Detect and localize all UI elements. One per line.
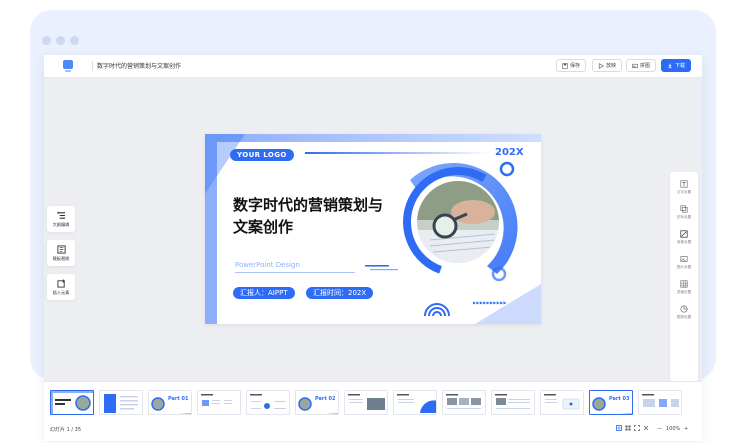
shape-settings-button[interactable]: 形状设置 bbox=[670, 201, 698, 223]
zoom-out-button[interactable]: — bbox=[657, 426, 662, 432]
thumbnail-preview bbox=[348, 394, 385, 410]
slide-canvas[interactable]: YOUR LOGO 202X 数字时代的营销策划与 文案创作 PowerPoin… bbox=[205, 134, 541, 324]
document-title[interactable]: 数字时代的营销策划与文案创作 bbox=[97, 61, 181, 70]
template-replace-label: 模板替换 bbox=[52, 255, 70, 261]
slide-thumbnail[interactable] bbox=[540, 390, 584, 415]
slide-thumbnail[interactable]: Part 03 bbox=[589, 390, 633, 415]
window-dot bbox=[42, 36, 51, 45]
image-label: 拼图 bbox=[640, 63, 651, 69]
download-icon bbox=[668, 63, 672, 68]
fit-screen-icon[interactable] bbox=[634, 425, 640, 431]
thumbnail-preview bbox=[51, 391, 93, 414]
divider bbox=[92, 61, 93, 71]
window-dot bbox=[56, 36, 65, 45]
outline-edit-button[interactable]: 大纲编辑 bbox=[47, 206, 75, 232]
background-settings-button[interactable]: 背景设置 bbox=[670, 226, 698, 248]
slide-thumbnail[interactable]: Part 01 bbox=[148, 390, 192, 415]
thumbnail-label: Part 03 bbox=[609, 396, 630, 402]
slide-filmstrip: Part 01 Part 02 Part 03 幻灯片 1 / 35 — 100… bbox=[44, 381, 702, 441]
thumbnail-preview bbox=[544, 394, 580, 410]
slide-thumbnail[interactable] bbox=[246, 390, 290, 415]
shape-icon bbox=[680, 204, 688, 213]
download-button[interactable]: 下载 bbox=[661, 59, 692, 72]
fullscreen-icon[interactable] bbox=[643, 425, 649, 431]
grid-view-icon[interactable] bbox=[616, 425, 622, 431]
slide-thumbnail[interactable] bbox=[638, 390, 682, 415]
image-settings-button[interactable]: 图片设置 bbox=[670, 251, 698, 273]
download-label: 下载 bbox=[675, 63, 686, 69]
thumbnail-preview bbox=[495, 394, 530, 409]
thumbnail-preview bbox=[298, 397, 338, 414]
text-settings-label: 文字设置 bbox=[676, 189, 692, 194]
play-icon bbox=[598, 62, 604, 69]
chart-settings-button[interactable]: 图表设置 bbox=[670, 301, 698, 323]
thumbnail-preview bbox=[250, 394, 286, 409]
slide-logo: YOUR LOGO bbox=[230, 149, 294, 161]
background-settings-label: 背景设置 bbox=[676, 239, 692, 244]
slide-thumbnail[interactable]: Part 02 bbox=[295, 390, 339, 415]
background-icon bbox=[680, 229, 688, 238]
table-settings-label: 表格设置 bbox=[676, 289, 692, 294]
zoom-in-button[interactable]: + bbox=[684, 426, 688, 432]
insert-icon bbox=[56, 278, 65, 288]
thumbnail-label: Part 02 bbox=[315, 396, 336, 402]
slide-year: 202X bbox=[495, 147, 524, 158]
template-icon bbox=[56, 244, 66, 254]
reporter-pill: 汇报人：AIPPT bbox=[233, 287, 295, 299]
slide-title-line1: 数字时代的营销策划与 bbox=[233, 196, 384, 214]
outline-icon bbox=[56, 211, 65, 219]
property-panel: 文字设置 形状设置 背景设置 图片设置 表格设置 图表设置 bbox=[670, 172, 698, 382]
table-settings-button[interactable]: 表格设置 bbox=[670, 276, 698, 298]
image-icon bbox=[632, 63, 638, 68]
slide-thumbnail[interactable] bbox=[344, 390, 388, 415]
present-label: 放映 bbox=[606, 63, 617, 69]
insert-element-label: 插入元素 bbox=[52, 289, 70, 295]
thumbnail-preview bbox=[446, 394, 481, 409]
slide-counter: 幻灯片 1 / 35 bbox=[50, 427, 81, 433]
table-icon bbox=[680, 279, 688, 288]
slide-thumbnail[interactable] bbox=[442, 390, 486, 415]
shape-settings-label: 形状设置 bbox=[676, 214, 692, 219]
slide-thumbnail[interactable] bbox=[393, 390, 437, 415]
slide-subtitle: PowerPoint Design bbox=[235, 261, 300, 269]
insert-element-button[interactable]: 插入元素 bbox=[47, 274, 75, 300]
picture-icon bbox=[680, 255, 688, 262]
slide-thumbnail[interactable] bbox=[491, 390, 535, 415]
save-button[interactable]: 保存 bbox=[556, 59, 587, 72]
chart-settings-label: 图表设置 bbox=[676, 314, 692, 319]
text-settings-button[interactable]: 文字设置 bbox=[670, 176, 698, 198]
thumbnail-preview bbox=[151, 397, 191, 414]
outline-edit-label: 大纲编辑 bbox=[52, 221, 70, 227]
present-button[interactable]: 放映 bbox=[592, 59, 623, 72]
slide-thumbnail[interactable] bbox=[99, 390, 143, 415]
editor-window: 数字时代的营销策划与文案创作 保存 放映 拼图 下载 大纲编辑 模板替换 插入元… bbox=[44, 55, 702, 441]
thumbnail-preview bbox=[104, 394, 138, 413]
window-dot bbox=[70, 36, 79, 45]
app-logo-icon[interactable] bbox=[62, 59, 74, 73]
text-icon bbox=[680, 179, 688, 188]
slide-title-line2: 文案创作 bbox=[233, 218, 294, 236]
slide-thumbnail[interactable] bbox=[50, 390, 94, 415]
zoom-level: 100% bbox=[666, 426, 681, 432]
template-replace-button[interactable]: 模板替换 bbox=[47, 240, 75, 266]
save-icon bbox=[562, 62, 568, 69]
thumbnail-label: Part 01 bbox=[168, 396, 189, 402]
thumbnail-preview bbox=[201, 394, 232, 406]
thumbnail-view-icon[interactable] bbox=[625, 425, 631, 431]
image-settings-label: 图片设置 bbox=[676, 264, 692, 269]
thumbnail-preview bbox=[642, 394, 679, 407]
image-export-button[interactable]: 拼图 bbox=[626, 59, 657, 72]
pie-chart-icon bbox=[680, 304, 688, 313]
save-label: 保存 bbox=[570, 63, 581, 69]
top-bar: 数字时代的营销策划与文案创作 保存 放映 拼图 下载 bbox=[44, 55, 702, 78]
thumbnail-preview bbox=[397, 394, 436, 413]
slide-thumbnail[interactable] bbox=[197, 390, 241, 415]
arrow-decoration: ▶▶▶▶▶▶▶▶▶▶ bbox=[473, 300, 507, 305]
report-time-pill: 汇报时间：202X bbox=[306, 287, 374, 299]
thumbnail-preview bbox=[592, 397, 632, 414]
